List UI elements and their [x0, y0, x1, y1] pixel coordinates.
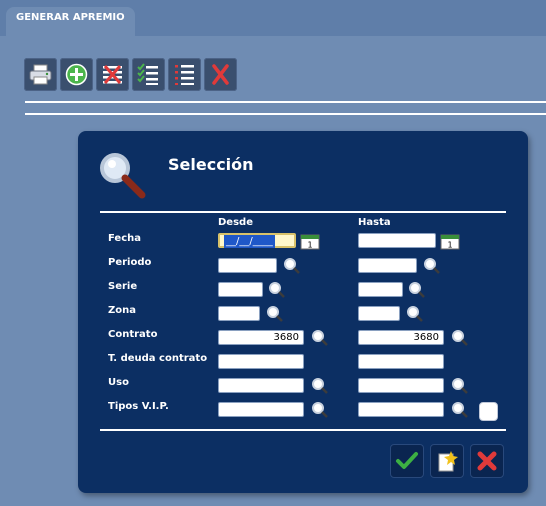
fecha-from-value: __/__/____: [224, 235, 275, 248]
add-icon: [65, 63, 88, 86]
add-button[interactable]: [60, 58, 93, 91]
fecha-to-input[interactable]: [358, 233, 436, 248]
dialog-divider-top: [100, 211, 506, 213]
uso-from-input[interactable]: [218, 378, 304, 393]
close-button[interactable]: [204, 58, 237, 91]
serie-to-input[interactable]: [358, 282, 403, 297]
periodo-from-input[interactable]: [218, 258, 277, 273]
svg-text:1: 1: [447, 241, 452, 250]
search-icon[interactable]: [266, 305, 284, 323]
zona-to-input[interactable]: [358, 306, 400, 321]
fecha-from-input[interactable]: __/__/____: [218, 233, 296, 248]
calendar-icon[interactable]: 1: [440, 232, 460, 250]
search-icon[interactable]: [406, 305, 424, 323]
search-icon[interactable]: [451, 329, 469, 347]
tab-bar: GENERAR APREMIO: [0, 0, 546, 37]
printer-icon: [29, 64, 52, 85]
search-icon[interactable]: [408, 281, 426, 299]
column-header-from: Desde: [218, 217, 253, 228]
label-zona: Zona: [108, 305, 136, 316]
magnifier-icon: [100, 153, 146, 199]
label-uso: Uso: [108, 377, 129, 388]
search-icon[interactable]: [311, 377, 329, 395]
uso-to-input[interactable]: [358, 378, 444, 393]
new-button[interactable]: [430, 444, 464, 478]
close-icon: [212, 64, 229, 85]
tdeuda-from-input[interactable]: [218, 354, 304, 369]
checklist-button[interactable]: [132, 58, 165, 91]
numbered-list-button[interactable]: [168, 58, 201, 91]
search-icon[interactable]: [268, 281, 286, 299]
delete-list-icon: [103, 65, 122, 84]
selection-dialog: Selección Desde Hasta Fecha __/__/____ 1…: [78, 131, 528, 493]
label-fecha: Fecha: [108, 233, 142, 244]
contrato-from-input[interactable]: 3680: [218, 330, 304, 345]
tiposvip-to-input[interactable]: [358, 402, 444, 417]
divider-bottom: [25, 113, 546, 115]
periodo-to-input[interactable]: [358, 258, 417, 273]
contrato-to-input[interactable]: 3680: [358, 330, 444, 345]
calendar-icon[interactable]: 1: [300, 232, 320, 250]
delete-list-button[interactable]: [96, 58, 129, 91]
checkmark-icon: [396, 452, 418, 469]
tiposvip-from-input[interactable]: [218, 402, 304, 417]
search-icon[interactable]: [451, 401, 469, 419]
accept-button[interactable]: [390, 444, 424, 478]
label-periodo: Periodo: [108, 257, 152, 268]
search-icon[interactable]: [311, 401, 329, 419]
tab-generar-apremio[interactable]: GENERAR APREMIO: [6, 7, 135, 37]
serie-from-input[interactable]: [218, 282, 263, 297]
checklist-icon: [137, 63, 158, 85]
label-contrato: Contrato: [108, 329, 158, 340]
label-t-deuda-contrato: T. deuda contrato: [108, 353, 208, 364]
label-serie: Serie: [108, 281, 138, 292]
column-header-to: Hasta: [358, 217, 391, 228]
numbered-list-icon: [175, 65, 194, 85]
new-document-icon: [438, 451, 458, 472]
print-button[interactable]: [24, 58, 57, 91]
zona-from-input[interactable]: [218, 306, 260, 321]
search-icon[interactable]: [423, 257, 441, 275]
search-icon[interactable]: [451, 377, 469, 395]
dialog-divider-bottom: [100, 429, 506, 431]
cancel-icon: [477, 451, 497, 471]
search-icon[interactable]: [311, 329, 329, 347]
label-tipos-vip: Tipos V.I.P.: [108, 401, 169, 412]
svg-text:1: 1: [307, 241, 312, 250]
tipos-vip-checkbox[interactable]: [479, 402, 498, 421]
tdeuda-to-input[interactable]: [358, 354, 444, 369]
dialog-title: Selección: [168, 155, 254, 174]
divider-top: [25, 101, 546, 103]
cancel-button[interactable]: [470, 444, 504, 478]
search-icon[interactable]: [283, 257, 301, 275]
